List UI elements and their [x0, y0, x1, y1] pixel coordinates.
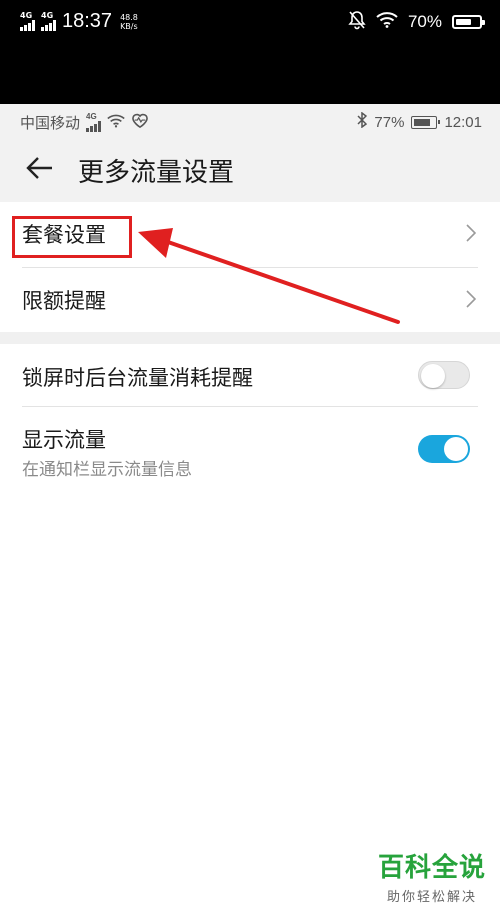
bluetooth-icon: [357, 111, 368, 132]
network-type-1: 4G: [20, 11, 33, 20]
wifi-icon: [376, 12, 398, 32]
inner-status-right: 77% 12:01: [357, 111, 482, 132]
network-type-2: 4G: [41, 11, 54, 20]
toggle-knob: [444, 437, 468, 461]
carrier-name: 中国移动: [20, 115, 81, 132]
signal-icon: 4G: [20, 12, 35, 31]
status-time: 18:37: [62, 10, 113, 32]
data-display-group: 锁屏时后台流量消耗提醒 显示流量 在通知栏显示流量信息: [0, 344, 500, 494]
chevron-right-icon: [466, 290, 477, 312]
lockscreen-reminder-toggle[interactable]: [418, 361, 470, 389]
network-speed: 48.8 KB/s: [120, 13, 138, 31]
battery-icon: [452, 15, 485, 29]
inner-status-left: 中国移动 4G: [20, 112, 149, 133]
chevron-right-icon: [466, 224, 477, 246]
mute-bell-icon: [348, 10, 366, 34]
show-data-usage-toggle[interactable]: [418, 435, 470, 463]
inner-status-time: 12:01: [444, 113, 482, 131]
highlight-box: [12, 216, 132, 258]
status-left: 4G 4G 18:37 48.8 KB/s: [20, 10, 138, 33]
show-data-usage-label: 显示流量: [22, 428, 106, 452]
signal-icon: 4G: [41, 12, 56, 31]
watermark-title: 百科全说: [377, 853, 486, 883]
toggle-knob: [421, 364, 445, 388]
back-arrow-icon: [26, 156, 54, 184]
data-limit-reminder-label: 限额提醒: [22, 289, 106, 313]
signal-icon: 4G: [86, 112, 102, 132]
battery-icon: [411, 115, 441, 129]
screenshot-status-bar: 中国移动 4G 77% 12:01: [0, 104, 500, 138]
speed-unit: KB/s: [120, 21, 138, 31]
wifi-icon: [107, 114, 125, 132]
watermark-logo: 百科全说 助你轻松解决: [378, 847, 486, 905]
show-data-usage-sublabel: 在通知栏显示流量信息: [22, 460, 192, 480]
page-header: 更多流量设置: [0, 138, 500, 202]
back-button[interactable]: [20, 150, 60, 190]
page-title: 更多流量设置: [78, 157, 235, 188]
inner-battery-percent: 77%: [374, 113, 405, 131]
inner-network-type: 4G: [86, 112, 97, 121]
watermark-subtitle: 助你轻松解决: [386, 890, 477, 905]
device-status-bar: 4G 4G 18:37 48.8 KB/s 70%: [0, 0, 500, 104]
battery-percent: 70%: [407, 12, 442, 31]
section-separator: [0, 332, 500, 344]
status-right: 70%: [348, 10, 485, 34]
speed-value: 48.8: [120, 12, 138, 22]
heart-rate-icon: [131, 113, 149, 132]
lockscreen-bg-usage-reminder-label: 锁屏时后台流量消耗提醒: [22, 366, 253, 390]
data-limit-reminder-item[interactable]: 限额提醒: [0, 268, 500, 332]
show-data-usage-item[interactable]: 显示流量 在通知栏显示流量信息: [0, 407, 500, 494]
lockscreen-bg-usage-reminder-item[interactable]: 锁屏时后台流量消耗提醒: [0, 344, 500, 406]
